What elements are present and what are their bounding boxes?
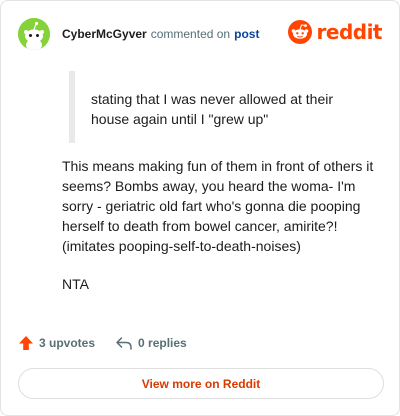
reply-count: 0 replies xyxy=(138,336,187,350)
avatar[interactable] xyxy=(18,18,50,50)
view-more-button[interactable]: View more on Reddit xyxy=(18,368,384,399)
upvote-action[interactable]: 3 upvotes xyxy=(18,335,95,351)
comment-paragraph: NTA xyxy=(62,276,89,292)
reddit-snoo-icon xyxy=(287,20,312,44)
reply-arrow-icon xyxy=(116,337,132,350)
action-text: commented on xyxy=(150,27,231,41)
snoo-avatar-icon xyxy=(18,18,50,50)
reddit-logo[interactable]: reddit xyxy=(287,20,383,44)
reddit-embed-card: CyberMcGyver commented on post reddit st… xyxy=(0,0,400,416)
reddit-wordmark: reddit xyxy=(316,20,383,44)
comment-actions: 3 upvotes 0 replies xyxy=(18,335,187,351)
comment-header: CyberMcGyver commented on post reddit xyxy=(18,17,383,51)
reply-action[interactable]: 0 replies xyxy=(115,335,187,351)
quoted-text: stating that I was never allowed at thei… xyxy=(69,71,369,143)
upvote-count: 3 upvotes xyxy=(39,336,96,350)
upvote-arrow-icon xyxy=(19,336,33,350)
comment-meta: CyberMcGyver commented on post xyxy=(62,27,259,41)
post-link[interactable]: post xyxy=(234,27,259,41)
comment-paragraph: This means making fun of them in front o… xyxy=(62,158,374,254)
username[interactable]: CyberMcGyver xyxy=(62,27,147,41)
comment-body: This means making fun of them in front o… xyxy=(62,156,384,312)
